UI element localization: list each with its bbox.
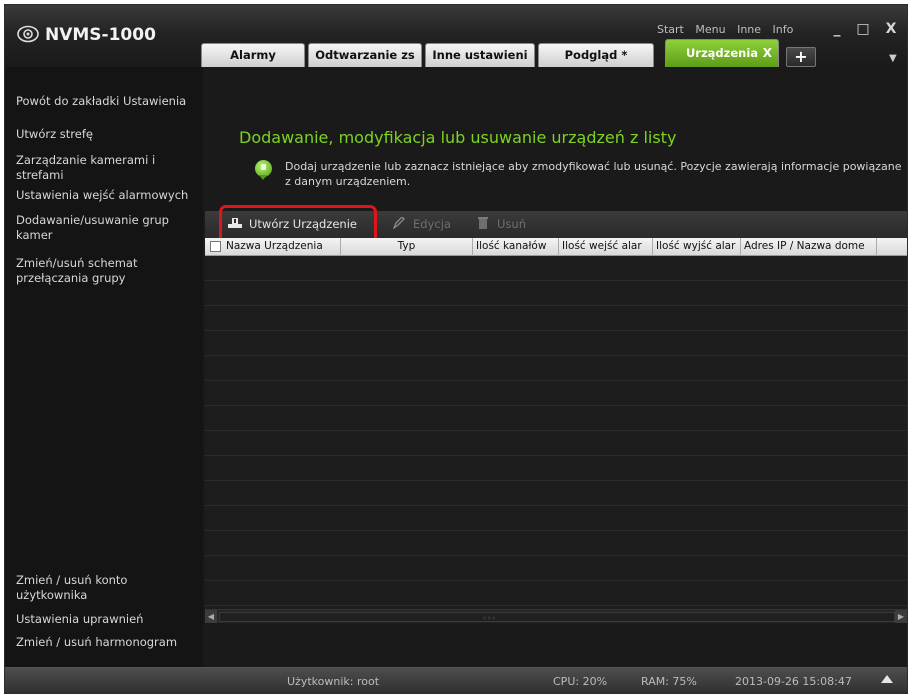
column-header-wejscia[interactable]: Ilość wejść alar: [559, 238, 653, 256]
info-text: Dodaj urządzenie lub zaznacz istniejące …: [285, 160, 902, 188]
row-divider: [205, 505, 907, 506]
sidebar-item-schemat-grupy[interactable]: Zmień/usuń schemat przełączania grupy: [16, 256, 176, 286]
scroll-thumb[interactable]: ◦◦◦: [219, 612, 895, 623]
tab-label: Podgląd *: [564, 48, 628, 62]
row-divider: [205, 405, 907, 406]
minimize-button[interactable]: _: [827, 21, 847, 37]
row-divider: [205, 455, 907, 456]
sidebar-item-grupy-kamer[interactable]: Dodawanie/usuwanie grup kamer: [16, 213, 196, 243]
row-divider: [205, 530, 907, 531]
menu-info[interactable]: Info: [773, 23, 794, 36]
device-table-header: Nazwa Urządzenia Typ Ilość kanałów Ilość…: [205, 238, 907, 256]
scroll-right-icon[interactable]: ▶: [895, 610, 907, 623]
row-divider: [205, 430, 907, 431]
tab-alarmy[interactable]: Alarmy: [201, 43, 305, 67]
edit-label: Edycja: [413, 217, 451, 231]
column-header-typ[interactable]: Typ: [341, 238, 473, 256]
column-header-adres-ip[interactable]: Adres IP / Nazwa dome: [741, 238, 877, 256]
app-title: NVMS-1000: [45, 25, 156, 45]
delete-label: Usuń: [497, 217, 526, 231]
select-all-checkbox[interactable]: [210, 241, 221, 252]
grip-icon: ◦◦◦: [482, 614, 497, 623]
row-divider: [205, 480, 907, 481]
pencil-icon: [392, 217, 405, 229]
top-menu: Start Menu Inne Info: [657, 23, 801, 36]
sidebar-item-uprawnienia[interactable]: Ustawienia uprawnień: [16, 612, 202, 627]
expand-up-icon[interactable]: [881, 675, 893, 683]
row-divider: [205, 380, 907, 381]
row-divider: [205, 555, 907, 556]
tab-label: Inne ustawieni: [432, 48, 528, 62]
device-table-body[interactable]: [205, 256, 907, 609]
row-divider: [205, 280, 907, 281]
status-ram: RAM: 75%: [641, 675, 697, 688]
add-tab-button[interactable]: +: [786, 47, 816, 67]
tab-label: Alarmy: [230, 48, 276, 62]
sidebar-item-konto-uzytkownika[interactable]: Zmień / usuń konto użytkownika: [16, 573, 156, 603]
sidebar: Powót do zakładki Ustawienia Utwórz stre…: [5, 67, 203, 667]
column-header-nazwa[interactable]: Nazwa Urządzenia: [223, 238, 341, 256]
column-header-wyjscia[interactable]: Ilość wyjść alar: [653, 238, 741, 256]
app-window: NVMS-1000 Start Menu Inne Info _ □ X Ala…: [4, 4, 908, 694]
main-content: Dodawanie, modyfikacja lub usuwanie urzą…: [203, 67, 907, 667]
menu-start[interactable]: Start: [657, 23, 684, 36]
sidebar-item-wejscia-alarmowe[interactable]: Ustawienia wejść alarmowych: [16, 188, 202, 203]
menu-inne[interactable]: Inne: [737, 23, 761, 36]
status-bar: Użytkownik: root CPU: 20% RAM: 75% 2013-…: [5, 667, 907, 693]
row-divider: [205, 605, 907, 606]
tab-label: Urządzenia: [685, 46, 759, 60]
title-bar: NVMS-1000 Start Menu Inne Info _ □ X Ala…: [5, 5, 907, 67]
sidebar-item-harmonogram[interactable]: Zmień / usuń harmonogram: [16, 635, 202, 650]
info-icon-tail: [259, 175, 267, 180]
delete-button[interactable]: Usuń: [475, 217, 526, 231]
edit-button[interactable]: Edycja: [391, 217, 451, 231]
tab-inne-ustawienia[interactable]: Inne ustawieni: [425, 43, 535, 67]
tab-urzadzenia[interactable]: Urządzenia X: [665, 39, 779, 67]
status-cpu: CPU: 20%: [553, 675, 608, 688]
sidebar-back-link[interactable]: Powót do zakładki Ustawienia: [16, 94, 202, 109]
menu-menu[interactable]: Menu: [695, 23, 725, 36]
chevron-down-icon[interactable]: ▼: [889, 53, 897, 64]
row-divider: [205, 305, 907, 306]
row-divider: [205, 355, 907, 356]
maximize-button[interactable]: □: [853, 21, 873, 37]
status-datetime: 2013-09-26 15:08:47: [735, 675, 852, 688]
tab-label: Odtwarzanie zs: [315, 48, 415, 62]
camera-logo-icon: [17, 25, 39, 43]
row-divider: [205, 580, 907, 581]
tab-podglad[interactable]: Podgląd *: [538, 43, 654, 67]
scroll-left-icon[interactable]: ◀: [205, 610, 217, 623]
tab-bar: Alarmy Odtwarzanie zs Inne ustawieni Pod…: [201, 39, 901, 67]
sidebar-item-utworz-strefe[interactable]: Utwórz strefę: [16, 127, 202, 142]
page-title: Dodawanie, modyfikacja lub usuwanie urzą…: [239, 128, 677, 147]
tab-close-icon[interactable]: X: [763, 40, 772, 67]
trash-icon: [478, 217, 488, 229]
sidebar-item-zarzadzanie-kamerami[interactable]: Zarządzanie kamerami i strefami: [16, 153, 176, 183]
column-header-kanaly[interactable]: Ilość kanałów: [473, 238, 559, 256]
status-user: Użytkownik: root: [287, 675, 380, 688]
tab-odtwarzanie[interactable]: Odtwarzanie zs: [308, 43, 422, 67]
horizontal-scrollbar[interactable]: ◀ ◦◦◦ ▶: [205, 609, 907, 623]
close-button[interactable]: X: [881, 21, 901, 37]
row-divider: [205, 330, 907, 331]
